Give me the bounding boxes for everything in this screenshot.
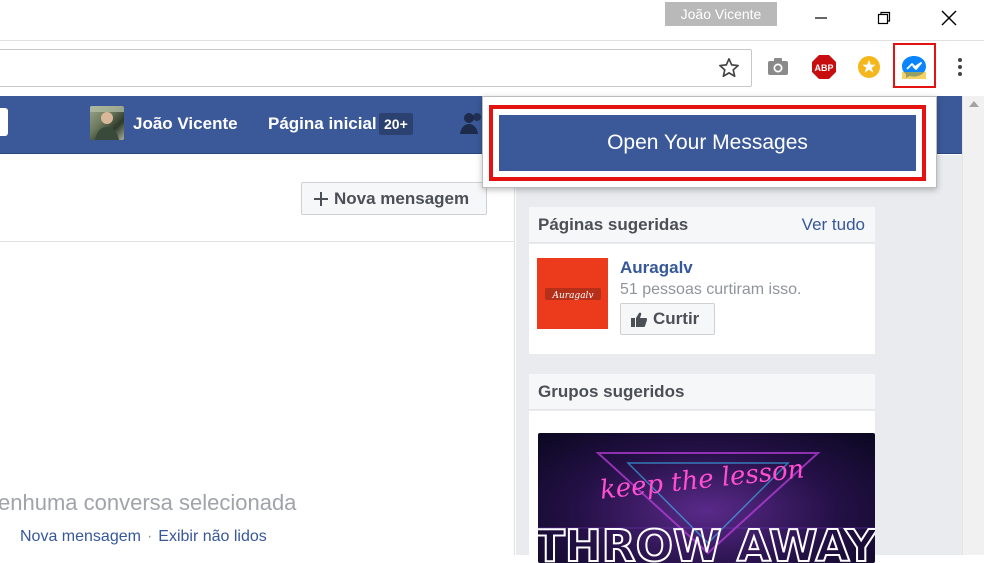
- divider: [0, 241, 515, 242]
- browser-menu-button[interactable]: [946, 53, 974, 81]
- notification-badge: 20+: [379, 113, 413, 135]
- right-sidebar: Páginas sugeridas Ver tudo Auragalv Aura…: [516, 155, 962, 563]
- show-unread-link[interactable]: Exibir não lidos: [158, 528, 267, 545]
- popup-button-highlight: Open Your Messages: [489, 105, 926, 181]
- restore-icon: [877, 11, 891, 25]
- svg-text:THROW AWAY: THROW AWAY: [538, 521, 875, 563]
- camera-icon: [768, 58, 788, 75]
- auragalv-logo: Auragalv: [544, 287, 601, 301]
- close-button[interactable]: [926, 0, 972, 36]
- adblock-extension-button[interactable]: ABP: [810, 53, 838, 81]
- honey-extension-button[interactable]: [855, 53, 883, 81]
- svg-text:keep the lesson: keep the lesson: [599, 454, 806, 505]
- empty-state-text: enhuma conversa selecionada: [0, 490, 297, 515]
- new-message-button[interactable]: Nova mensagem: [301, 182, 487, 215]
- honey-icon: [858, 56, 880, 78]
- link-separator: ·: [146, 528, 153, 545]
- page-likes-text: 51 pessoas curtiram isso.: [620, 281, 802, 298]
- suggested-pages-title: Páginas sugeridas: [538, 215, 689, 234]
- star-icon: [719, 58, 739, 78]
- minimize-button[interactable]: [798, 0, 844, 36]
- restore-button[interactable]: [861, 0, 907, 36]
- suggested-pages-header: Páginas sugeridas Ver tudo: [529, 207, 875, 243]
- search-input[interactable]: [0, 108, 8, 136]
- new-message-link[interactable]: Nova mensagem: [20, 528, 141, 545]
- group-cover-art: keep the lesson THROW AWAY: [538, 452, 875, 563]
- address-bar[interactable]: [0, 49, 752, 87]
- page-scrollbar[interactable]: [962, 96, 984, 555]
- abp-icon: ABP: [812, 55, 836, 79]
- profile-link[interactable]: João Vicente: [133, 114, 238, 134]
- home-link[interactable]: Página inicial: [268, 114, 377, 134]
- menu-icon: [958, 58, 962, 76]
- see-all-link[interactable]: Ver tudo: [802, 207, 865, 243]
- profile-chip[interactable]: João Vicente: [665, 2, 777, 26]
- minimize-icon: [815, 17, 827, 19]
- svg-text:ABP: ABP: [814, 63, 833, 73]
- page-name-link[interactable]: Auragalv: [620, 258, 693, 278]
- browser-title-bar: João Vicente: [0, 0, 984, 40]
- suggested-groups-header: Grupos sugeridos: [529, 374, 875, 410]
- avatar[interactable]: [90, 106, 124, 140]
- messenger-extension-popup: Open Your Messages: [482, 96, 937, 188]
- group-cover-image[interactable]: keep the lesson THROW AWAY: [538, 433, 875, 563]
- suggested-groups-title: Grupos sugeridos: [538, 382, 685, 401]
- svg-text:Auragalv: Auragalv: [551, 291, 593, 301]
- bookmark-star-button[interactable]: [715, 54, 743, 82]
- scroll-up-arrow-icon: [969, 101, 979, 107]
- messages-main-panel: Nova mensagem enhuma conversa selecionad…: [0, 155, 515, 555]
- like-label: Curtir: [653, 309, 700, 328]
- open-your-messages-button[interactable]: Open Your Messages: [499, 115, 916, 171]
- suggested-page-card: Auragalv Auragalv 51 pessoas curtiram is…: [529, 244, 875, 354]
- messenger-extension-highlight: [893, 43, 936, 88]
- empty-state-links: Nova mensagem · Exibir não lidos: [20, 528, 267, 546]
- new-message-label: Nova mensagem: [334, 188, 470, 208]
- page-logo[interactable]: Auragalv: [537, 258, 608, 329]
- plus-icon: [314, 191, 328, 206]
- thumbs-up-icon: [631, 312, 647, 327]
- like-button[interactable]: Curtir: [620, 303, 715, 335]
- avatar-photo: [90, 106, 124, 140]
- browser-toolbar: ABP: [0, 40, 984, 96]
- screenshot-extension-button[interactable]: [764, 53, 792, 81]
- close-icon: [941, 10, 957, 26]
